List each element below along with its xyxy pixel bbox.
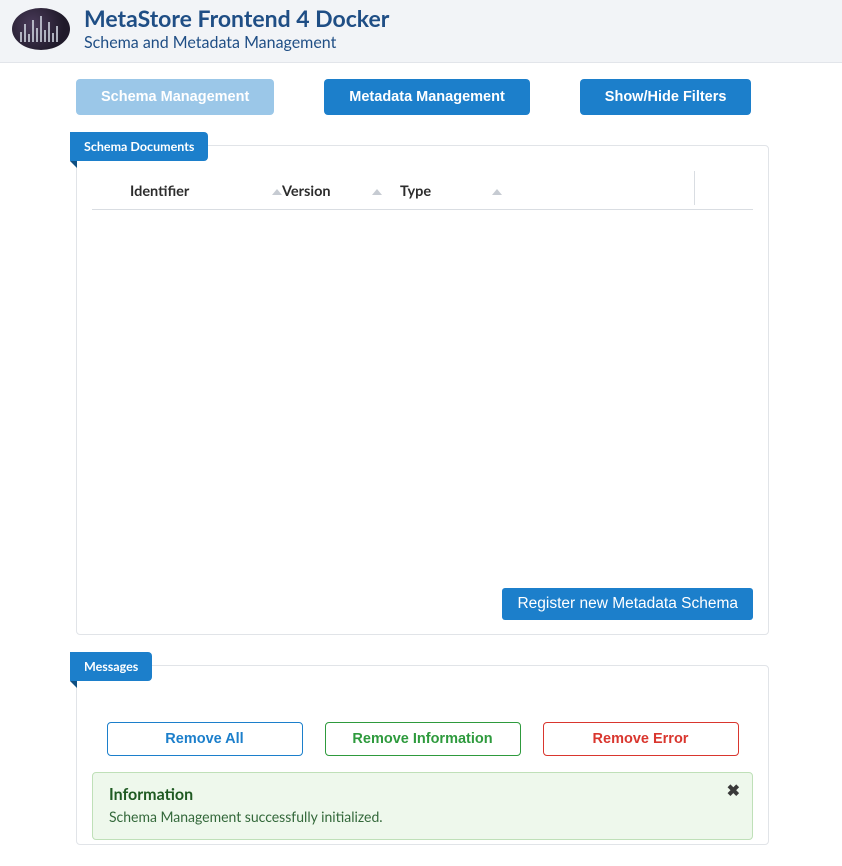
column-version-label: Version — [282, 183, 331, 200]
schema-table-header: Identifier Version Type — [92, 174, 753, 210]
alert-body: Schema Management successfully initializ… — [109, 808, 736, 825]
remove-all-button[interactable]: Remove All — [107, 722, 303, 756]
close-icon[interactable]: ✖ — [727, 781, 740, 800]
sort-ascending-icon — [272, 189, 282, 195]
info-alert: ✖ Information Schema Management successf… — [92, 772, 753, 840]
remove-error-button[interactable]: Remove Error — [543, 722, 739, 756]
remove-info-button[interactable]: Remove Information — [325, 722, 521, 756]
messages-panel-ribbon: Messages — [70, 652, 152, 681]
column-divider — [694, 171, 695, 205]
column-type-label: Type — [400, 183, 431, 200]
tabs-row: Schema Management Metadata Management Sh… — [0, 63, 842, 115]
schema-table-body — [92, 210, 753, 580]
tab-show-hide-filters[interactable]: Show/Hide Filters — [580, 79, 752, 115]
sort-ascending-icon — [492, 189, 502, 195]
register-schema-button[interactable]: Register new Metadata Schema — [502, 588, 753, 620]
tab-metadata-management[interactable]: Metadata Management — [324, 79, 530, 115]
schema-documents-panel: Schema Documents Identifier Version Type — [76, 145, 769, 635]
tab-schema-management[interactable]: Schema Management — [76, 79, 274, 115]
app-subtitle: Schema and Metadata Management — [84, 33, 389, 52]
column-identifier-label: Identifier — [130, 183, 189, 200]
alert-title: Information — [109, 785, 736, 804]
app-title: MetaStore Frontend 4 Docker — [84, 6, 389, 31]
column-type[interactable]: Type — [382, 183, 502, 200]
column-identifier[interactable]: Identifier — [92, 183, 282, 200]
app-logo — [12, 8, 70, 50]
schema-panel-ribbon: Schema Documents — [70, 132, 208, 161]
messages-panel: Messages Remove All Remove Information R… — [76, 665, 769, 845]
app-header: MetaStore Frontend 4 Docker Schema and M… — [0, 0, 842, 63]
sort-ascending-icon — [372, 189, 382, 195]
column-version[interactable]: Version — [282, 183, 382, 200]
